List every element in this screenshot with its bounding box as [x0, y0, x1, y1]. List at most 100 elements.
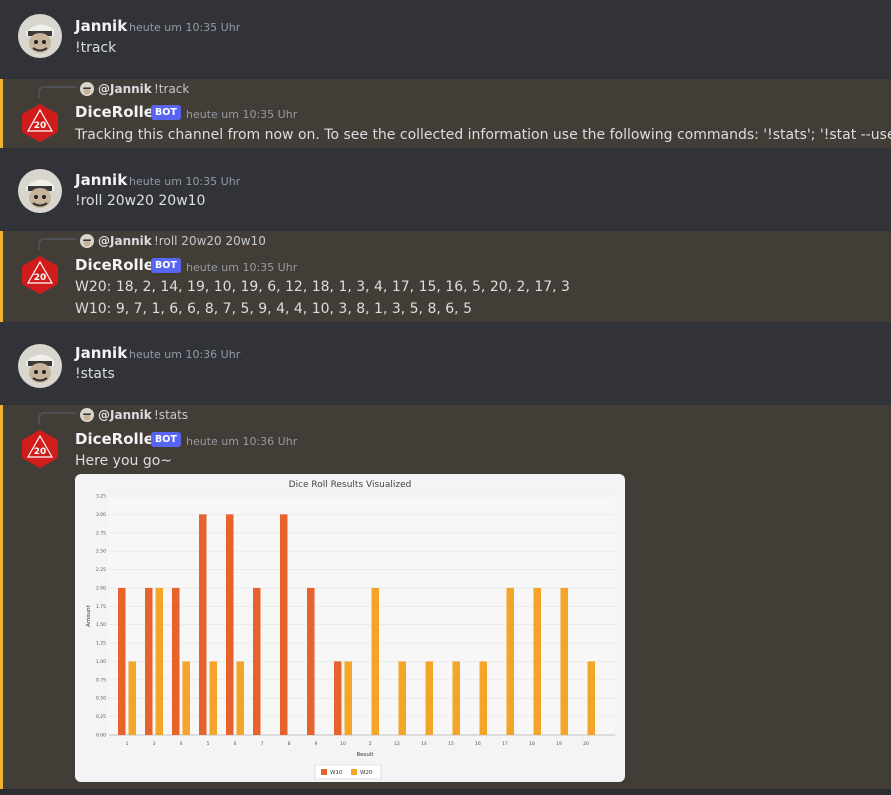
reply-text: !roll 20w20 20w10 — [154, 234, 266, 248]
bar-w20-1 — [128, 661, 136, 735]
timestamp: heute um 10:35 Uhr — [129, 175, 241, 188]
y-tick-label: 3.25 — [96, 494, 106, 500]
message-3: Jannik heute um 10:35 Uhr !roll 20w20 20… — [0, 155, 891, 225]
x-tick-label: 3 — [153, 741, 156, 747]
d20-icon[interactable]: 20 — [18, 101, 62, 145]
message-2: @Jannik !track 20 DiceRoller BOT heute u… — [0, 79, 891, 148]
bar-w20-20 — [587, 661, 595, 735]
y-tick-label: 1.50 — [96, 622, 106, 628]
bot-badge: BOT — [151, 432, 181, 447]
chart-attachment[interactable]: Dice Roll Results Visualized Amount Resu… — [75, 474, 625, 782]
user-avatar-icon[interactable] — [18, 344, 62, 388]
reply-spine — [38, 86, 76, 98]
author-name[interactable]: Jannik — [75, 344, 127, 362]
legend-swatch-w10 — [321, 769, 327, 775]
user-avatar-icon[interactable] — [18, 14, 62, 58]
message-text-line-1: W20: 18, 2, 14, 19, 10, 19, 6, 12, 18, 1… — [75, 279, 570, 295]
bar-w10-8 — [280, 514, 288, 735]
bot-badge: BOT — [151, 258, 181, 273]
y-tick-label: 3.00 — [96, 512, 106, 518]
bar-w20-17 — [506, 587, 514, 735]
reply-spine — [38, 412, 76, 424]
bar-w10-6 — [226, 514, 234, 735]
bot-badge: BOT — [151, 105, 181, 120]
x-tick-label: 19 — [556, 741, 562, 747]
bar-w10-1 — [118, 587, 126, 735]
legend: W10 W20 — [314, 764, 382, 780]
message-text: Here you go~ — [75, 453, 173, 469]
bar-w20-3 — [155, 587, 163, 735]
x-tick-label: 7 — [261, 741, 264, 747]
author-name[interactable]: Jannik — [75, 171, 127, 189]
y-tick-label: 1.75 — [96, 604, 106, 610]
legend-label-w10: W10 — [330, 770, 343, 776]
y-tick-label: 1.25 — [96, 641, 106, 647]
reply-text: !track — [154, 82, 190, 96]
timestamp: heute um 10:35 Uhr — [129, 21, 241, 34]
user-avatar-icon[interactable] — [18, 169, 62, 213]
x-tick-label: 10 — [340, 741, 346, 747]
bar-w20-6 — [236, 661, 244, 735]
bar-chart: Dice Roll Results Visualized Amount Resu… — [86, 480, 615, 780]
bar-w20-14 — [425, 661, 433, 735]
author-name[interactable]: DiceRoller — [75, 103, 161, 121]
y-tick-label: 0.00 — [96, 733, 106, 739]
d20-icon[interactable]: 20 — [18, 427, 62, 471]
bar-w10-3 — [145, 587, 153, 735]
reply-text: !stats — [154, 408, 189, 422]
bar-w20-10 — [344, 661, 352, 735]
y-tick-label: 0.75 — [96, 677, 106, 683]
svg-text:20: 20 — [34, 447, 47, 457]
bar-w10-5 — [199, 514, 207, 735]
svg-text:20: 20 — [34, 121, 47, 131]
y-axis-label: Amount — [86, 604, 92, 626]
x-axis-label: Result — [357, 752, 375, 758]
author-name[interactable]: DiceRoller — [75, 430, 161, 448]
x-tick-label: 8 — [288, 741, 291, 747]
message-text: Tracking this channel from now on. To se… — [75, 127, 891, 143]
timestamp: heute um 10:36 Uhr — [129, 348, 241, 361]
bar-w20-4 — [182, 661, 190, 735]
timestamp: heute um 10:35 Uhr — [186, 108, 298, 121]
author-name[interactable]: DiceRoller — [75, 256, 161, 274]
reply-spine — [38, 238, 76, 250]
reply-author[interactable]: @Jannik — [98, 408, 152, 422]
reply-author[interactable]: @Jannik — [98, 82, 152, 96]
svg-text:20: 20 — [34, 273, 47, 283]
legend-swatch-w20 — [351, 769, 357, 775]
bar-w10-10 — [334, 661, 342, 735]
message-6: @Jannik !stats 20 DiceRoller BOT heute u… — [0, 405, 891, 789]
message-text-line-2: W10: 9, 7, 1, 6, 6, 8, 7, 5, 9, 4, 4, 10… — [75, 301, 472, 317]
bar-w10-9 — [307, 587, 315, 735]
legend-label-w20: W20 — [360, 770, 373, 776]
message-text: !stats — [75, 366, 115, 382]
x-tick-label: 9 — [315, 741, 318, 747]
reply-author[interactable]: @Jannik — [98, 234, 152, 248]
message-5: Jannik heute um 10:36 Uhr !stats — [0, 330, 891, 400]
x-tick-label: 16 — [475, 741, 481, 747]
y-tick-label: 2.25 — [96, 567, 106, 573]
x-tick-label: 6 — [234, 741, 237, 747]
x-tick-label: 1 — [126, 741, 129, 747]
x-tick-label: 18 — [529, 741, 535, 747]
message-4: @Jannik !roll 20w20 20w10 20 DiceRoller … — [0, 231, 891, 322]
bar-w10-4 — [172, 587, 180, 735]
y-tick-label: 0.50 — [96, 696, 106, 702]
x-tick-label: 2 — [369, 741, 372, 747]
author-name[interactable]: Jannik — [75, 17, 127, 35]
bar-w20-18 — [533, 587, 541, 735]
timestamp: heute um 10:36 Uhr — [186, 435, 298, 448]
x-tick-label: 14 — [421, 741, 427, 747]
user-avatar-icon — [80, 408, 94, 422]
y-tick-label: 0.25 — [96, 714, 106, 720]
d20-icon[interactable]: 20 — [18, 253, 62, 297]
y-tick-label: 2.50 — [96, 549, 106, 555]
bottom-edge — [0, 789, 891, 795]
y-tick-label: 2.00 — [96, 585, 106, 591]
bar-w20-19 — [560, 587, 568, 735]
x-tick-label: 12 — [394, 741, 400, 747]
x-tick-label: 17 — [502, 741, 508, 747]
bar-w20-16 — [479, 661, 487, 735]
y-tick-label: 2.75 — [96, 530, 106, 536]
x-tick-label: 15 — [448, 741, 454, 747]
